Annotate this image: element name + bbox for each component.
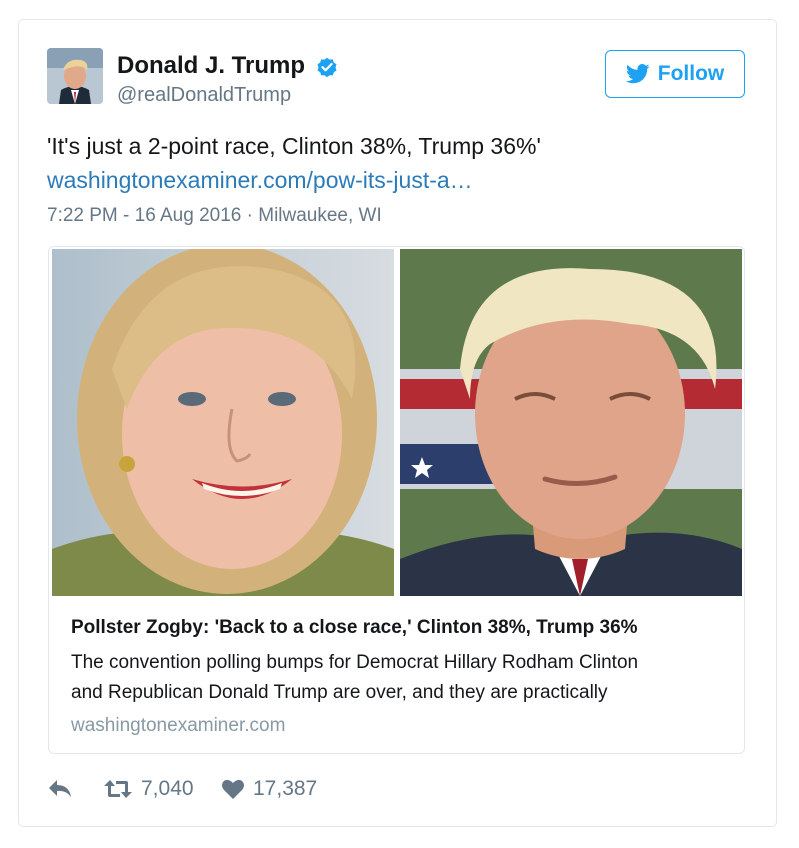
card-photo-trump <box>400 249 742 596</box>
display-name[interactable]: Donald J. Trump <box>117 51 305 81</box>
avatar[interactable] <box>47 48 103 104</box>
heart-icon <box>222 779 244 799</box>
card-description-line: and Republican Donald Trump are over, an… <box>71 682 608 703</box>
retweet-button[interactable]: 7,040 <box>103 777 194 801</box>
bird-icon <box>625 64 650 84</box>
tweet-text: 'It's just a 2-point race, Clinton 38%, … <box>47 133 541 159</box>
reply-button[interactable] <box>47 777 73 799</box>
screen-name[interactable]: @realDonaldTrump <box>117 82 291 108</box>
card-description-line: The convention polling bumps for Democra… <box>71 652 639 673</box>
avatar-image <box>47 48 103 104</box>
link-preview-card[interactable]: Pollster Zogby: 'Back to a close race,' … <box>48 246 745 754</box>
tweet-timestamp-location[interactable]: 7:22 PM - 16 Aug 2016 · Milwaukee, WI <box>47 203 382 229</box>
follow-label: Follow <box>657 62 725 85</box>
card-photo-clinton <box>52 249 394 596</box>
follow-button[interactable]: Follow <box>605 50 745 98</box>
retweet-icon <box>104 780 132 798</box>
card-title: Pollster Zogby: 'Back to a close race,' … <box>71 617 638 638</box>
like-button[interactable]: 17,387 <box>221 777 317 801</box>
like-count: 17,387 <box>253 777 318 800</box>
reply-icon <box>49 780 71 797</box>
tweet-link[interactable]: washingtonexaminer.com/pow-its-just-a… <box>47 165 473 195</box>
verified-badge-icon <box>317 57 337 78</box>
retweet-count: 7,040 <box>141 777 194 800</box>
card-domain: washingtonexaminer.com <box>71 715 286 736</box>
